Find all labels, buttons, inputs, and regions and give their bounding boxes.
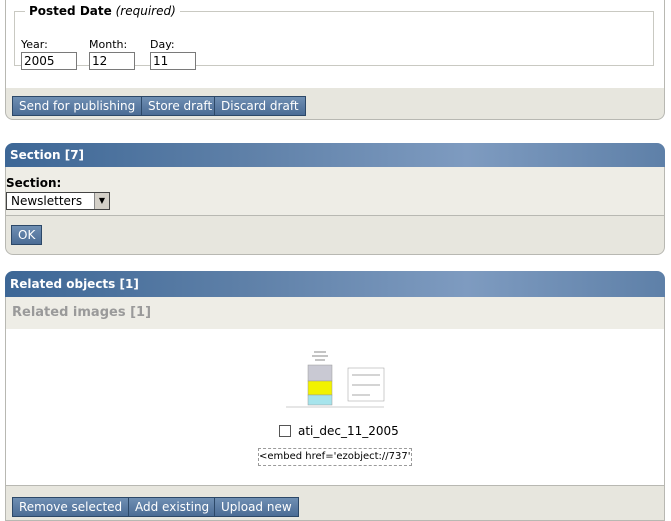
related-image-name: ati_dec_11_2005: [298, 424, 399, 438]
day-label: Day:: [150, 38, 175, 51]
section-ok-button[interactable]: OK: [11, 225, 43, 245]
month-input[interactable]: [89, 52, 135, 70]
month-label: Month:: [89, 38, 128, 51]
upload-new-button[interactable]: Upload new: [214, 497, 299, 517]
year-label: Year:: [21, 38, 48, 51]
related-image-thumbnail[interactable]: [284, 348, 386, 410]
related-button-bar: Remove selected Add existing Upload new: [5, 485, 665, 521]
publish-button-bar: Send for publishing Store draft Discard …: [5, 88, 665, 120]
discard-draft-button[interactable]: Discard draft: [214, 96, 306, 116]
related-objects-panel: Related images [1] ati_dec_11_2005 <embe…: [5, 297, 665, 485]
add-existing-button[interactable]: Add existing: [128, 497, 217, 517]
related-image-checkbox[interactable]: [279, 425, 291, 437]
posted-date-fieldset: Posted Date (required) Year: Month: Day:: [14, 4, 654, 70]
day-input[interactable]: [150, 52, 196, 70]
year-input[interactable]: [21, 52, 77, 70]
section-header: Section [7]: [5, 143, 665, 167]
store-draft-button[interactable]: Store draft: [141, 96, 220, 116]
month-field-group: Month:: [89, 38, 135, 70]
day-field-group: Day:: [150, 38, 196, 70]
posted-date-required-note: (required): [115, 4, 176, 18]
posted-date-legend: Posted Date (required): [25, 4, 180, 18]
embed-code-box[interactable]: <embed href='ezobject://737' />: [258, 448, 412, 466]
chevron-down-icon[interactable]: ▼: [94, 193, 109, 209]
send-for-publishing-button[interactable]: Send for publishing: [12, 96, 143, 116]
section-select-value: Newsletters: [11, 194, 83, 208]
section-field-label: Section:: [6, 176, 62, 190]
posted-date-title: Posted Date: [29, 4, 112, 18]
chart-thumbnail-image: [284, 348, 386, 410]
section-button-bar: OK: [5, 215, 665, 255]
related-images-header: Related images [1]: [6, 297, 664, 329]
related-objects-header: Related objects [1]: [5, 271, 665, 297]
remove-selected-button[interactable]: Remove selected: [12, 497, 130, 517]
year-field-group: Year:: [21, 38, 77, 70]
posted-date-panel: Posted Date (required) Year: Month: Day:: [5, 0, 665, 88]
section-select[interactable]: Newsletters ▼: [6, 192, 110, 210]
section-panel: Section: Newsletters ▼: [5, 167, 665, 215]
